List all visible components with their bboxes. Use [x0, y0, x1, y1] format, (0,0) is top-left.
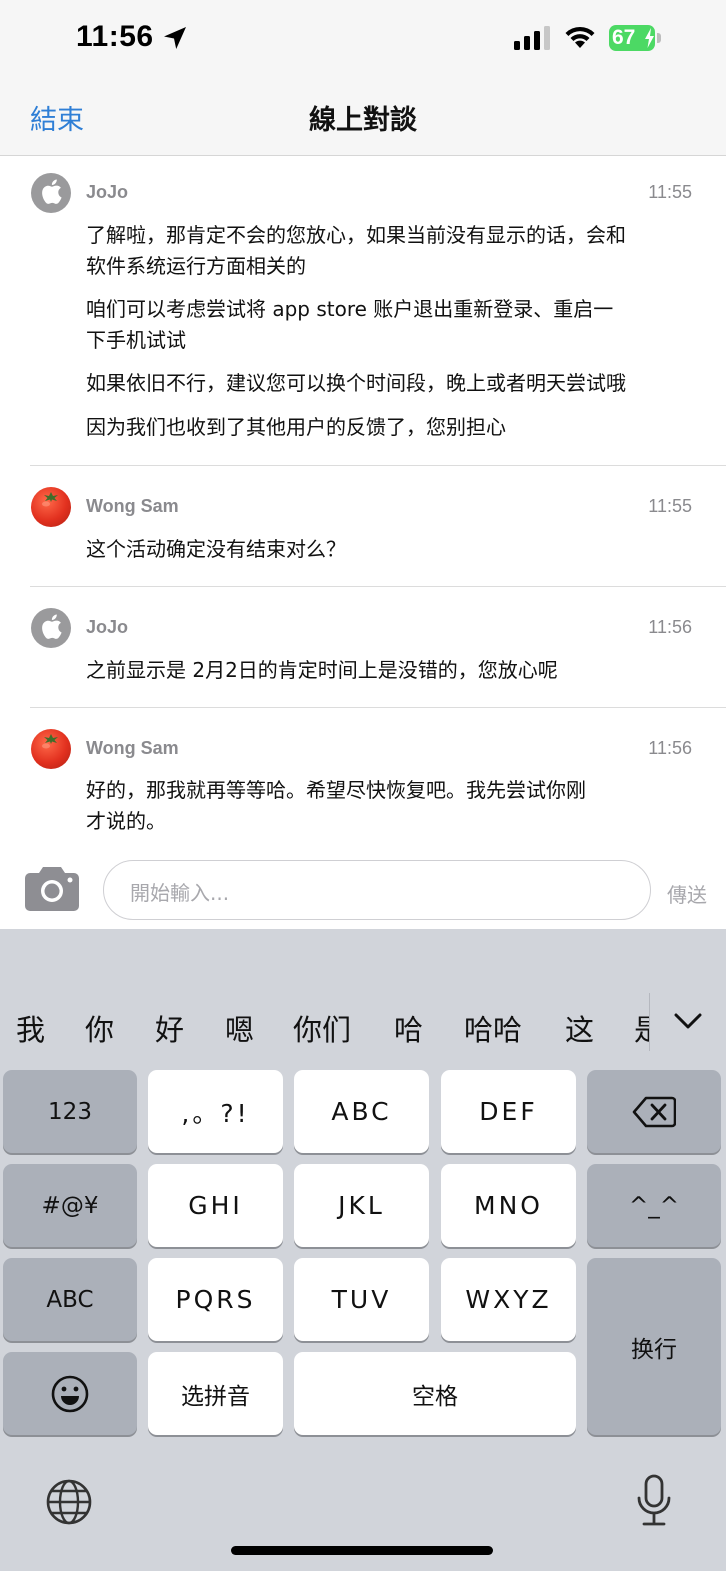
candidate-word[interactable]: 你们 [293, 1007, 351, 1049]
candidate-word[interactable]: 这 [565, 1007, 594, 1049]
key-ghi[interactable]: GHI [148, 1164, 283, 1247]
message-time: 11:55 [648, 496, 692, 516]
message-item: Wong Sam 11:55 这个活动确定没有结束对么？ [0, 466, 726, 587]
input-placeholder: 開始輸入... [130, 881, 230, 905]
chevron-down-icon[interactable] [672, 1005, 704, 1037]
delete-key[interactable] [587, 1070, 721, 1153]
sender-name: JoJo [86, 182, 129, 202]
composer: 開始輸入... 傳送 [0, 845, 726, 929]
candidate-word[interactable]: 是 [634, 1007, 649, 1049]
punctuation-key[interactable]: ,。?! [148, 1070, 283, 1153]
cellular-signal-icon [514, 26, 550, 50]
emoji-icon [51, 1375, 89, 1412]
microphone-icon[interactable] [636, 1474, 672, 1528]
home-indicator[interactable] [231, 1546, 493, 1555]
apple-logo-icon [31, 608, 71, 648]
location-arrow-icon [164, 27, 186, 49]
candidate-bar: 我 你 好 嗯 你们 哈 哈哈 这 是 [0, 985, 726, 1073]
message-text: 才说的。 [86, 809, 166, 833]
emoji-key[interactable] [3, 1352, 137, 1435]
message-text: 下手机试试 [86, 328, 186, 352]
wifi-icon [565, 26, 595, 48]
message-time: 11:56 [648, 617, 692, 637]
battery-indicator: 67 [609, 25, 663, 51]
message-text: 了解啦，那肯定不会的您放心，如果当前没有显示的话，会和 [86, 223, 626, 247]
candidate-word[interactable]: 哈 [394, 1007, 423, 1049]
candidate-word[interactable]: 好 [155, 1007, 184, 1049]
candidate-word[interactable]: 哈哈 [464, 1007, 522, 1049]
message-item: JoJo 11:55 了解啦，那肯定不会的您放心，如果当前没有显示的话，会和 软… [0, 157, 726, 466]
return-key[interactable]: 换行 [587, 1258, 721, 1435]
message-text: 之前显示是 2月2日的肯定时间上是没错的，您放心呢 [86, 658, 558, 682]
tomato-avatar [31, 729, 71, 769]
candidate-word[interactable]: 我 [16, 1007, 45, 1049]
space-key[interactable]: 空格 [294, 1352, 576, 1435]
page-title: 線上對談 [309, 105, 417, 136]
message-text: 咱们可以考虑尝试将 app store 账户退出重新登录、重启一 [86, 297, 614, 321]
status-bar: 11:56 67 [0, 0, 726, 78]
message-list[interactable]: JoJo 11:55 了解啦，那肯定不会的您放心，如果当前没有显示的话，会和 软… [0, 157, 726, 845]
abc-switch-key[interactable]: ABC [3, 1258, 137, 1341]
sender-name: Wong Sam [86, 496, 179, 516]
backspace-icon [632, 1096, 676, 1127]
message-text: 好的，那我就再等等哈。希望尽快恢复吧。我先尝试你刚 [86, 778, 586, 802]
pinyin-key[interactable]: 选拼音 [148, 1352, 283, 1435]
message-item: Wong Sam 11:56 好的，那我就再等等哈。希望尽快恢复吧。我先尝试你刚… [0, 708, 726, 845]
tomato-avatar [31, 487, 71, 527]
message-input[interactable]: 開始輸入... [103, 860, 651, 920]
candidate-separator [649, 993, 650, 1051]
emoticon-key[interactable]: ^_^ [587, 1164, 721, 1247]
numbers-key[interactable]: 123 [3, 1070, 137, 1153]
key-mno[interactable]: MNO [441, 1164, 576, 1247]
apple-logo-icon [31, 173, 71, 213]
message-time: 11:56 [648, 738, 692, 758]
key-jkl[interactable]: JKL [294, 1164, 429, 1247]
message-time: 11:55 [648, 182, 692, 202]
message-text: 如果依旧不行，建议您可以换个时间段，晚上或者明天尝试哦 [86, 371, 626, 395]
candidate-word[interactable]: 嗯 [225, 1007, 254, 1049]
message-text: 软件系统运行方面相关的 [86, 254, 306, 278]
key-abc[interactable]: ABC [294, 1070, 429, 1153]
battery-charging-icon [645, 28, 654, 48]
navigation-bar: 結束 線上對談 [0, 78, 726, 156]
status-time: 11:56 [76, 20, 154, 53]
camera-icon[interactable] [24, 865, 80, 911]
message-item: JoJo 11:56 之前显示是 2月2日的肯定时间上是没错的，您放心呢 [0, 587, 726, 708]
key-pqrs[interactable]: PQRS [148, 1258, 283, 1341]
key-wxyz[interactable]: WXYZ [441, 1258, 576, 1341]
symbols-key[interactable]: #@¥ [3, 1164, 137, 1247]
sender-name: JoJo [86, 617, 129, 637]
keyboard: 我 你 好 嗯 你们 哈 哈哈 这 是 123 ,。?! ABC DEF #@¥… [0, 929, 726, 1571]
message-text: 这个活动确定没有结束对么？ [86, 537, 346, 561]
globe-icon[interactable] [45, 1478, 93, 1526]
message-text: 因为我们也收到了其他用户的反馈了，您别担心 [86, 415, 506, 439]
key-tuv[interactable]: TUV [294, 1258, 429, 1341]
sender-name: Wong Sam [86, 738, 179, 758]
candidate-word[interactable]: 你 [85, 1007, 114, 1049]
send-button[interactable]: 傳送 [667, 879, 707, 908]
key-def[interactable]: DEF [441, 1070, 576, 1153]
